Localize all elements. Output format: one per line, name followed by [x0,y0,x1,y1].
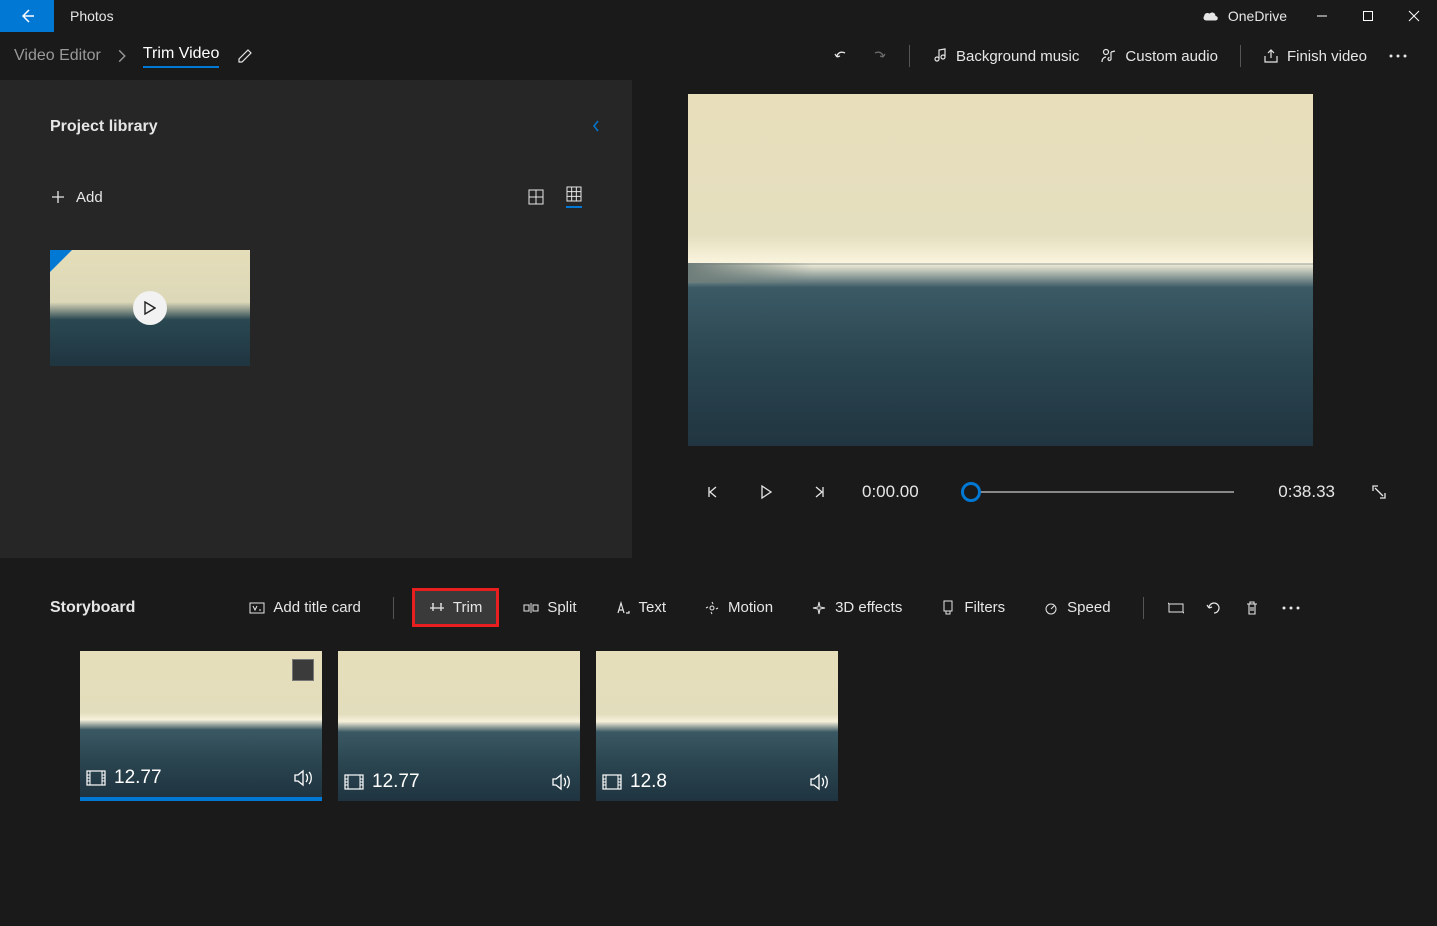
speed-icon [1043,600,1059,616]
grid-small-icon [566,186,582,202]
rotate-button[interactable] [1200,594,1228,622]
add-label: Add [76,189,103,206]
collapse-library-button[interactable] [588,118,604,134]
storyboard-clip[interactable]: 12.77 [80,651,322,801]
play-overlay-icon [133,291,167,325]
add-title-card-label: Add title card [273,599,361,616]
onedrive-status[interactable]: OneDrive [1202,8,1287,24]
person-music-icon [1101,48,1117,64]
maximize-button[interactable] [1345,0,1391,32]
redo-button [871,48,887,64]
plus-icon [50,189,66,205]
undo-button[interactable] [833,48,849,64]
finish-video-label: Finish video [1287,48,1367,65]
video-preview[interactable] [688,94,1313,446]
breadcrumb-current[interactable]: Trim Video [143,45,219,68]
clip-volume-button[interactable] [552,773,574,791]
split-icon [523,600,539,616]
sparkle-icon [811,600,827,616]
split-label: Split [547,599,576,616]
filters-icon [940,600,956,616]
project-library-panel: Project library Add [0,80,632,558]
speed-button[interactable]: Speed [1029,591,1124,624]
storyboard-clip[interactable]: 12.8 [596,651,838,801]
resize-button[interactable] [1162,594,1190,622]
motion-label: Motion [728,599,773,616]
storyboard-more-button[interactable] [1276,600,1306,616]
3d-effects-label: 3D effects [835,599,902,616]
trim-icon [429,600,445,616]
minimize-button[interactable] [1299,0,1345,32]
app-title: Photos [70,8,114,24]
clip-volume-button[interactable] [810,773,832,791]
onedrive-label: OneDrive [1228,8,1287,24]
trim-button[interactable]: Trim [412,588,499,627]
used-indicator-icon [50,250,72,272]
rotate-icon [1206,600,1222,616]
total-time: 0:38.33 [1278,482,1335,502]
finish-video-button[interactable]: Finish video [1263,48,1367,65]
library-clip-thumbnail[interactable] [50,250,250,366]
chevron-right-icon [115,49,129,63]
seek-slider[interactable] [963,491,1235,493]
text-icon [615,600,631,616]
grid-large-icon [528,189,544,205]
background-music-button[interactable]: Background music [932,48,1079,65]
text-button[interactable]: Text [601,591,681,624]
film-icon [602,774,622,790]
clip-select-checkbox[interactable] [292,659,314,681]
small-grid-view-button[interactable] [566,186,582,208]
add-title-card-button[interactable]: Add title card [235,591,375,624]
speed-label: Speed [1067,599,1110,616]
library-title: Project library [50,118,582,136]
breadcrumb-root[interactable]: Video Editor [14,47,101,65]
motion-button[interactable]: Motion [690,591,787,624]
trash-icon [1244,600,1260,616]
cloud-icon [1202,10,1220,22]
close-button[interactable] [1391,0,1437,32]
export-icon [1263,48,1279,64]
clip-volume-button[interactable] [294,769,316,787]
next-frame-button[interactable] [810,484,826,500]
clip-duration: 12.77 [372,771,420,793]
music-icon [932,48,948,64]
aspect-icon [1168,600,1184,616]
fullscreen-button[interactable] [1371,484,1387,500]
film-icon [344,774,364,790]
clip-duration: 12.77 [114,767,162,789]
split-button[interactable]: Split [509,591,590,624]
3d-effects-button[interactable]: 3D effects [797,591,916,624]
edit-name-button[interactable] [237,48,253,64]
ellipsis-icon [1282,606,1300,610]
large-grid-view-button[interactable] [528,189,544,205]
custom-audio-label: Custom audio [1125,48,1218,65]
text-label: Text [639,599,667,616]
filters-label: Filters [964,599,1005,616]
filters-button[interactable]: Filters [926,591,1019,624]
back-button[interactable] [0,0,54,32]
storyboard-title: Storyboard [50,599,135,617]
play-button[interactable] [758,484,774,500]
custom-audio-button[interactable]: Custom audio [1101,48,1218,65]
title-card-icon [249,600,265,616]
current-time: 0:00.00 [862,482,919,502]
ellipsis-icon [1389,54,1407,58]
film-icon [86,770,106,786]
seek-handle[interactable] [961,482,981,502]
bg-music-label: Background music [956,48,1079,65]
trim-label: Trim [453,599,482,616]
storyboard-clip[interactable]: 12.77 [338,651,580,801]
prev-frame-button[interactable] [706,484,722,500]
motion-icon [704,600,720,616]
clip-duration: 12.8 [630,771,667,793]
add-media-button[interactable]: Add [50,189,103,206]
more-button[interactable] [1389,54,1407,58]
delete-button[interactable] [1238,594,1266,622]
